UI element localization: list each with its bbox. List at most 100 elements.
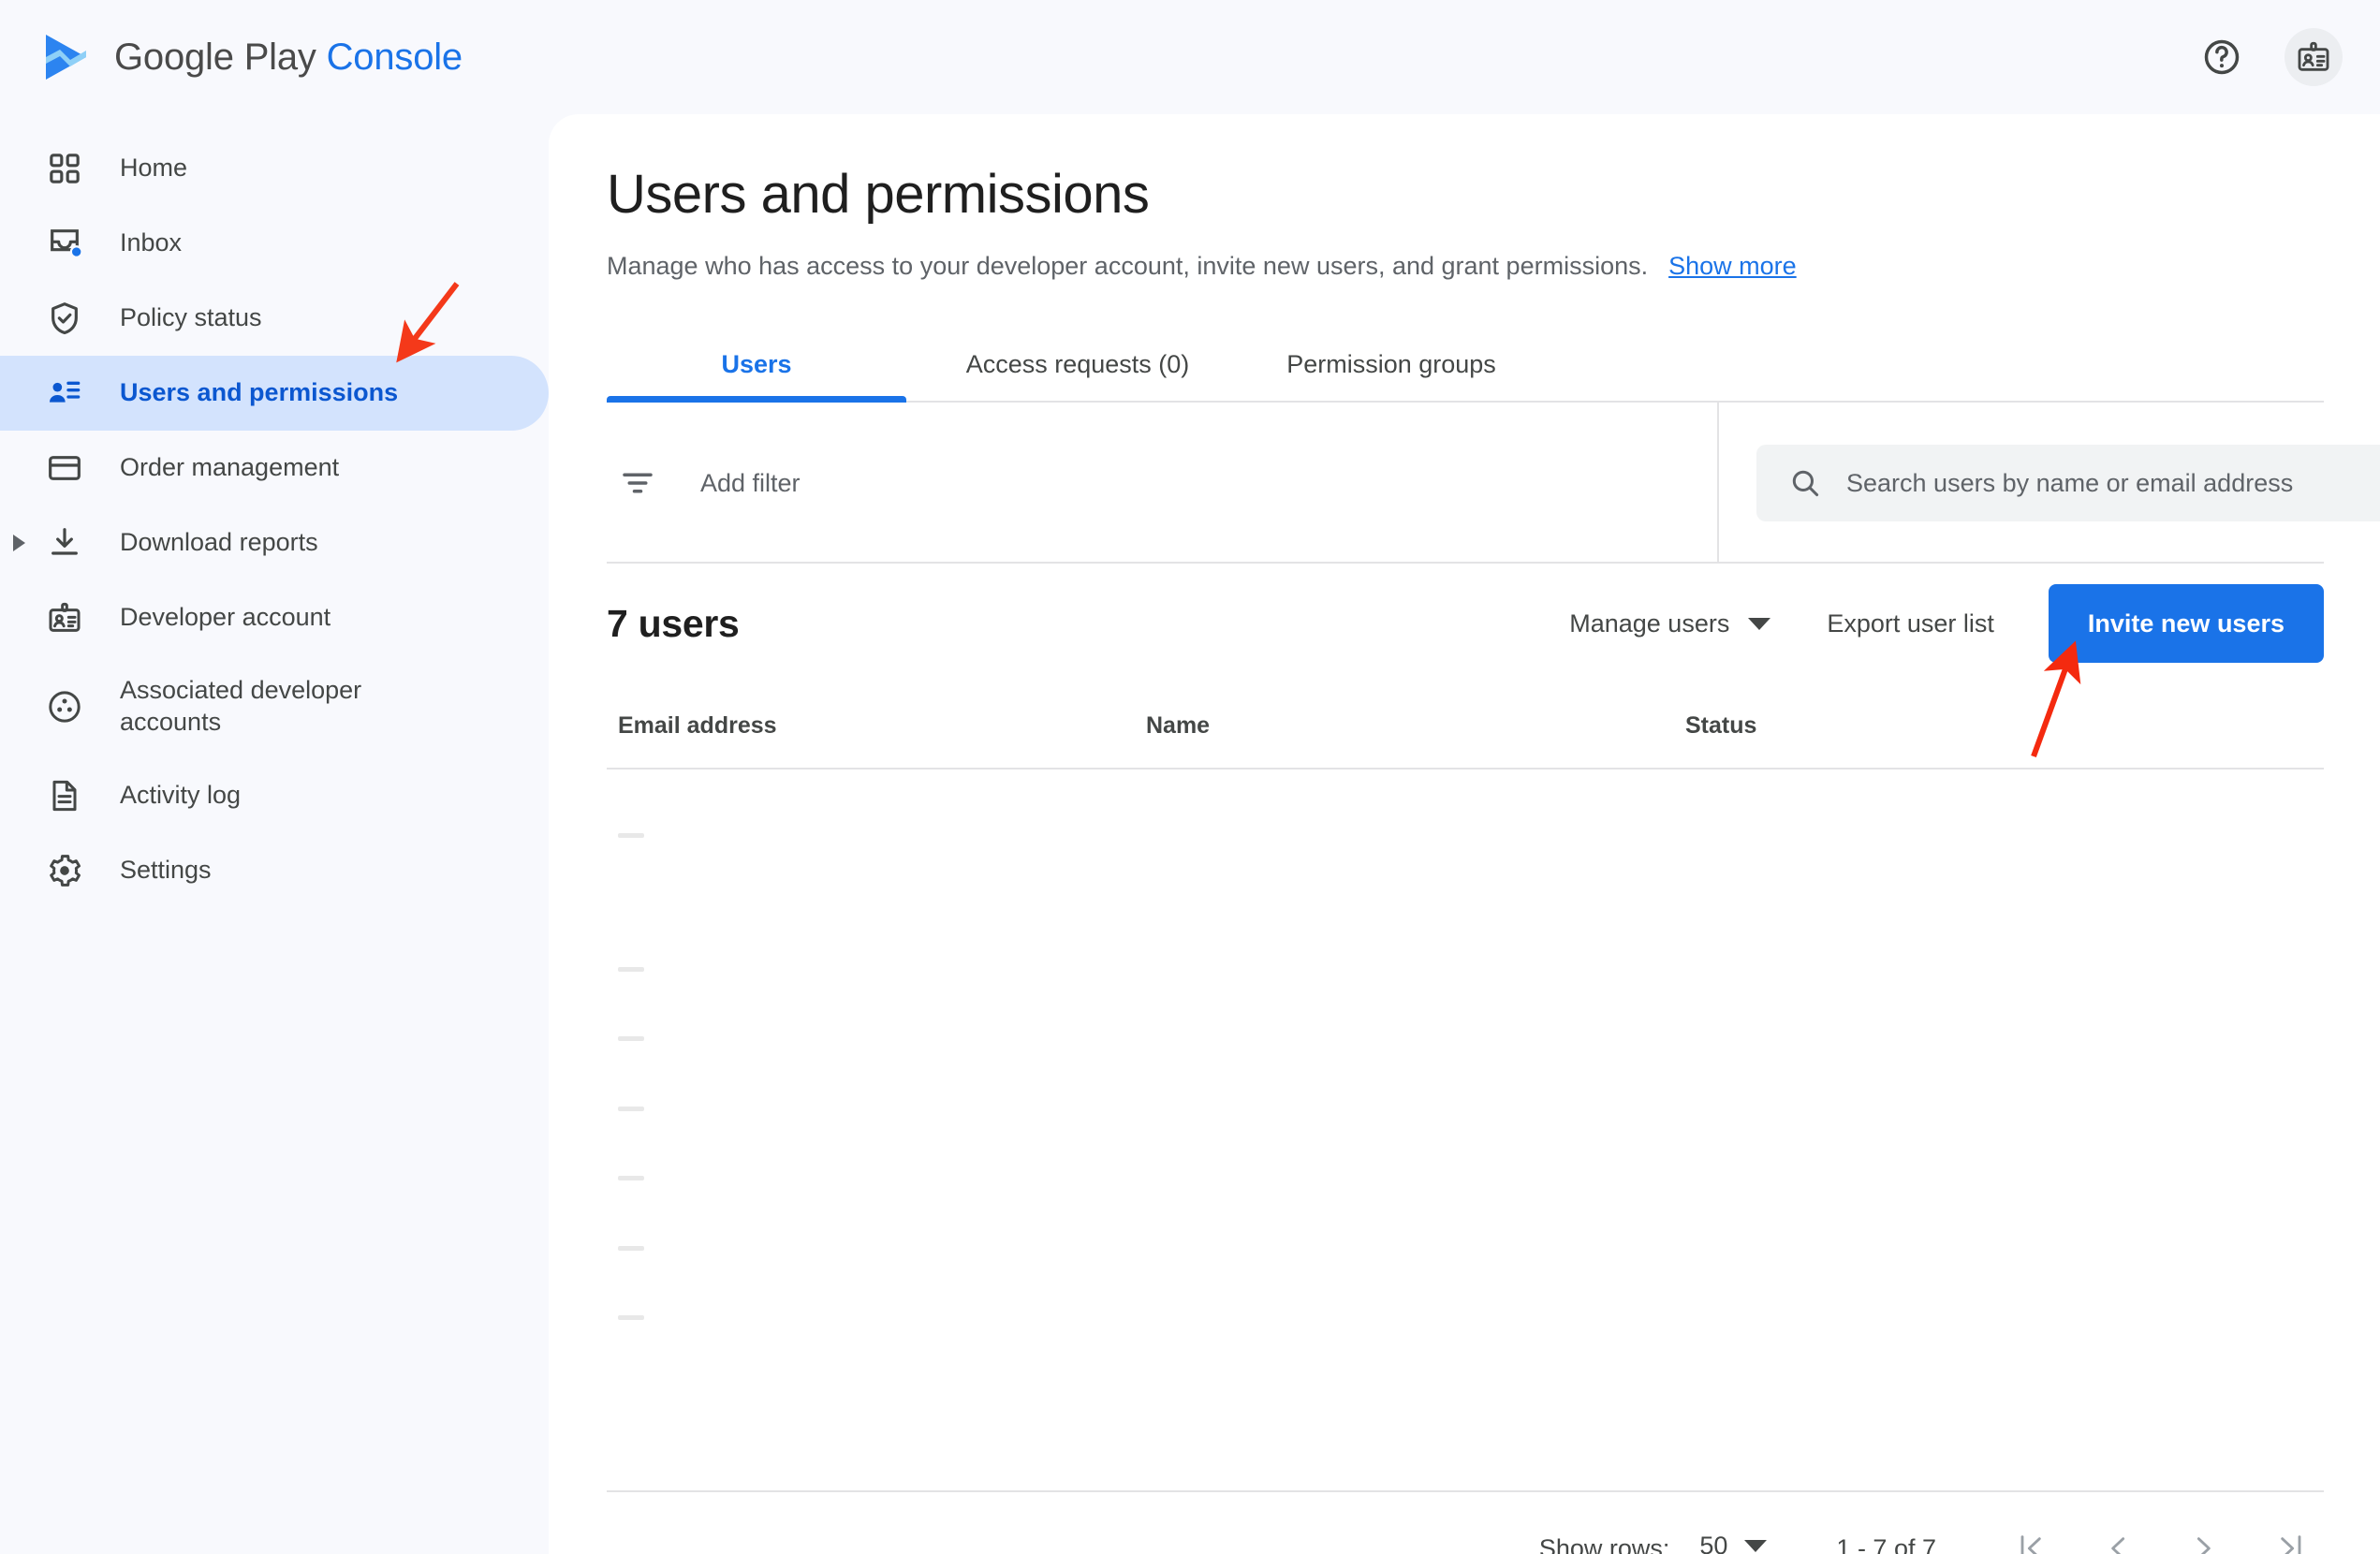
user-count: 7 users <box>607 601 740 645</box>
sidebar-item-associated-developer-accounts[interactable]: Associated developer accounts <box>0 655 549 758</box>
badge-id-icon-glyph <box>49 602 81 632</box>
filter-icon <box>623 473 653 493</box>
rows-per-page-value: 50 <box>1699 1531 1728 1554</box>
sidebar-item-label: Settings <box>120 856 212 885</box>
sidebar-item-label: Order management <box>120 453 340 482</box>
sidebar-item-label: Users and permissions <box>120 378 399 407</box>
chevron-down-icon <box>1744 1539 1768 1552</box>
page-subtitle: Manage who has access to your developer … <box>607 252 1649 280</box>
developer-account-button[interactable] <box>2285 28 2343 86</box>
brand-name-secondary: Console <box>326 36 463 78</box>
tab-permission-groups[interactable]: Permission groups <box>1251 326 1532 403</box>
pager-controls <box>1998 1515 2324 1554</box>
row-placeholder <box>618 1315 644 1320</box>
tab-label: Permission groups <box>1286 349 1496 378</box>
sidebar-item-inbox[interactable]: Inbox <box>0 206 549 281</box>
table-toolbar: 7 users Manage users Export user list In… <box>607 564 2324 683</box>
user-list-icon <box>43 372 86 415</box>
sidebar-item-policy-status[interactable]: Policy status <box>0 281 549 356</box>
sidebar-item-label: Download reports <box>120 528 318 557</box>
inbox-icon <box>43 222 86 265</box>
tab-users[interactable]: Users <box>607 326 906 403</box>
pagination-range: 1 - 7 of 7 <box>1836 1533 1936 1554</box>
first-page-button[interactable] <box>1998 1515 2065 1554</box>
user-list-icon-glyph <box>50 381 81 403</box>
top-bar: Google Play Console <box>0 0 2380 114</box>
gear-icon <box>43 849 86 892</box>
tab-label: Access requests (0) <box>965 349 1190 378</box>
last-page-button[interactable] <box>2256 1515 2324 1554</box>
row-placeholder <box>618 1246 644 1251</box>
tab-access-requests[interactable]: Access requests (0) <box>933 326 1223 403</box>
search-placeholder: Search users by name or email address <box>1846 468 2294 497</box>
page-subtitle-row: Manage who has access to your developer … <box>607 252 2324 281</box>
help-button[interactable] <box>2193 28 2251 86</box>
rows-per-page-select[interactable]: 50 <box>1690 1526 1776 1554</box>
sidebar-item-download-reports[interactable]: Download reports <box>0 506 549 580</box>
show-more-link[interactable]: Show more <box>1668 252 1797 281</box>
sidebar-item-order-management[interactable]: Order management <box>0 431 549 506</box>
sidebar-item-home[interactable]: Home <box>0 131 549 206</box>
filter-and-search-bar: Add filter Search users by name or email… <box>607 403 2380 564</box>
table-body <box>607 770 2324 1490</box>
next-page-icon <box>2196 1537 2211 1554</box>
sidebar-item-label: Policy status <box>120 303 262 332</box>
document-lines-icon <box>43 774 86 817</box>
brand-name-primary: Google Play <box>114 36 327 78</box>
brand-name: Google Play Console <box>114 37 463 79</box>
next-page-button[interactable] <box>2170 1515 2238 1554</box>
export-user-list-label: Export user list <box>1827 608 1994 638</box>
sidebar-item-developer-account[interactable]: Developer account <box>0 580 549 655</box>
first-page-icon <box>2020 1535 2041 1554</box>
previous-page-button[interactable] <box>2084 1515 2152 1554</box>
sidebar-item-label: Associated developer accounts <box>120 676 362 736</box>
sidebar: Home Inbox Policy status Users and permi… <box>0 114 549 1554</box>
column-header-name: Name <box>1146 711 1211 739</box>
sidebar-item-label: Activity log <box>120 781 242 810</box>
column-header-email: Email address <box>618 711 777 739</box>
shield-check-icon-glyph <box>51 302 78 335</box>
chevron-right-icon[interactable] <box>13 535 25 551</box>
grid-icon <box>43 147 86 190</box>
grid-icon-glyph <box>50 154 80 183</box>
sidebar-item-users-and-permissions[interactable]: Users and permissions <box>0 356 549 431</box>
row-placeholder <box>618 967 644 972</box>
last-page-icon <box>2281 1535 2301 1554</box>
sidebar-item-activity-log[interactable]: Activity log <box>0 758 549 833</box>
help-circle-icon <box>2204 39 2240 75</box>
search-icon <box>1792 470 1819 497</box>
tab-bar: Users Access requests (0) Permission gro… <box>607 326 2324 403</box>
shield-check-icon <box>43 297 86 340</box>
pagination-bar: Show rows: 50 1 - 7 of 7 <box>607 1490 2324 1554</box>
play-console-window: Google Play Console Home Inbox Policy st… <box>0 0 2380 1554</box>
top-bar-actions <box>2193 0 2343 114</box>
sidebar-item-label: Developer account <box>120 603 331 632</box>
sidebar-item-label: Home <box>120 154 188 183</box>
sidebar-item-label: Inbox <box>120 228 183 257</box>
add-filter-area[interactable]: Add filter <box>607 403 1719 564</box>
badge-id-icon <box>43 596 86 639</box>
column-header-status: Status <box>1685 711 1757 739</box>
brand-logo-area[interactable]: Google Play Console <box>0 32 463 82</box>
gear-icon-glyph <box>50 855 81 887</box>
download-icon <box>43 521 86 564</box>
credit-card-icon <box>43 447 86 490</box>
search-input[interactable]: Search users by name or email address <box>1756 445 2380 521</box>
row-placeholder <box>618 1107 644 1111</box>
developer-badge-icon <box>2298 41 2329 71</box>
row-placeholder <box>618 833 644 838</box>
main-content-panel: Users and permissions Manage who has acc… <box>549 114 2380 1554</box>
manage-users-label: Manage users <box>1569 608 1730 638</box>
download-icon-glyph <box>51 528 78 555</box>
table-header-row: Email address Name Status <box>607 683 2324 770</box>
manage-users-button[interactable]: Manage users <box>1541 593 1799 655</box>
search-area: Search users by name or email address <box>1719 403 2380 564</box>
document-lines-icon-glyph <box>52 780 77 812</box>
toolbar-actions: Manage users Export user list Invite new… <box>1541 584 2324 663</box>
credit-card-icon-glyph <box>49 456 81 480</box>
sidebar-item-settings[interactable]: Settings <box>0 833 549 908</box>
row-placeholder <box>618 1176 644 1180</box>
filter-bar-divider <box>607 562 2324 564</box>
invite-new-users-button[interactable]: Invite new users <box>2048 584 2324 663</box>
export-user-list-button[interactable]: Export user list <box>1799 593 2022 655</box>
